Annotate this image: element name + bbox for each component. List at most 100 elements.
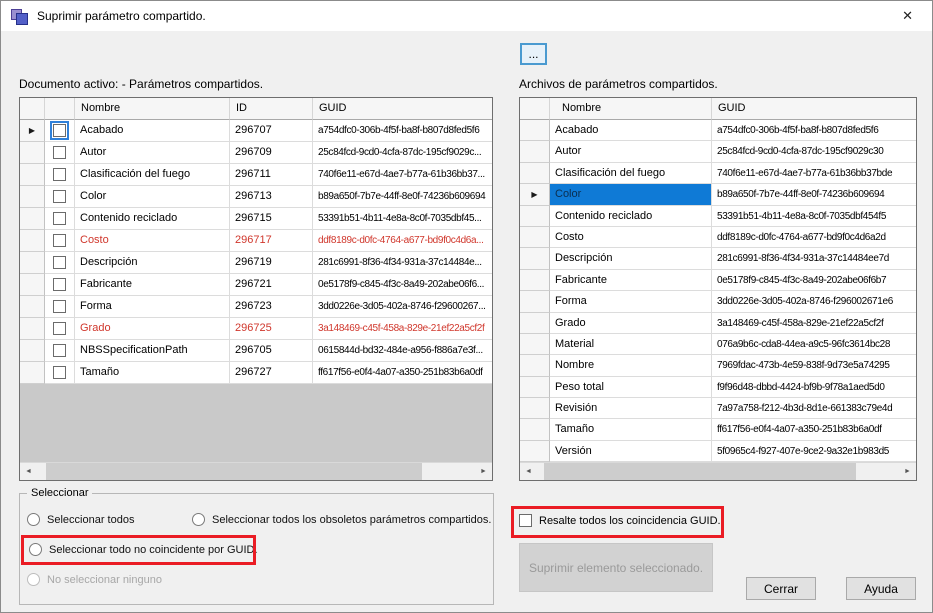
cell-nombre[interactable]: Fabricante — [550, 269, 712, 292]
row-selector[interactable] — [520, 398, 550, 420]
table-row[interactable]: Tamaño 296727 ff617f56-e0f4-4a07-a350-251b… — [20, 362, 492, 384]
checkbox-icon[interactable] — [53, 168, 66, 181]
scrollbar-thumb[interactable] — [544, 463, 856, 480]
row-selector[interactable] — [20, 208, 45, 230]
row-checkbox-cell[interactable] — [45, 296, 75, 318]
cell-guid[interactable]: 7a97a758-f212-4b3d-8d1e-661383c79e4d — [712, 398, 916, 420]
table-row[interactable]: Grado 296725 3a148469-c45f-458a-829e-21ef2… — [20, 318, 492, 340]
row-selector[interactable]: ▶ — [520, 184, 550, 206]
close-button[interactable]: Cerrar — [746, 577, 816, 600]
radio-seleccionar-obsoletos[interactable]: Seleccionar todos los obsoletos parámetr… — [192, 513, 491, 526]
cell-guid[interactable]: 3dd0226e-3d05-402a-8746-f29600267... — [313, 296, 492, 318]
cell-guid[interactable]: 281c6991-8f36-4f34-931a-37c14484e... — [313, 252, 492, 274]
row-selector[interactable] — [20, 296, 45, 318]
checkbox-icon[interactable] — [53, 234, 66, 247]
cell-nombre[interactable]: Clasificación del fuego — [75, 164, 230, 186]
cell-nombre[interactable]: Fabricante — [75, 274, 230, 296]
row-selector[interactable] — [520, 440, 550, 462]
row-selector[interactable] — [20, 274, 45, 296]
row-checkbox-cell[interactable] — [45, 274, 75, 296]
row-selector[interactable] — [20, 230, 45, 252]
horizontal-scrollbar[interactable]: ◄ ► — [520, 462, 916, 480]
scroll-right-icon[interactable]: ► — [475, 463, 492, 480]
cell-id[interactable]: 296723 — [230, 296, 313, 318]
row-checkbox-cell[interactable] — [45, 164, 75, 186]
cell-id[interactable]: 296717 — [230, 230, 313, 252]
cell-guid[interactable]: f9f96d48-dbbd-4424-bf9b-9f78a1aed5d0 — [712, 377, 916, 399]
column-header-nombre[interactable]: Nombre — [75, 98, 230, 120]
row-selector[interactable] — [520, 141, 550, 163]
table-row[interactable]: Autor 25c84fcd-9cd0-4cfa-87dc-195cf9029c3… — [520, 141, 916, 163]
cell-guid[interactable]: b89a650f-7b7e-44ff-8e0f-74236b609694 — [712, 184, 916, 206]
browse-button[interactable]: ... — [520, 43, 547, 65]
cell-guid[interactable]: 3a148469-c45f-458a-829e-21ef22a5cf2f — [313, 318, 492, 340]
cell-id[interactable]: 296719 — [230, 252, 313, 274]
cell-guid[interactable]: 0615844d-bd32-484e-a956-f886a7e3f... — [313, 340, 492, 362]
cell-nombre[interactable]: Autor — [550, 141, 712, 163]
table-row[interactable]: Material 076a9b6c-cda8-44ea-a9c5-96fc3614… — [520, 333, 916, 356]
row-selector[interactable] — [520, 226, 550, 249]
radio-no-coincidente-guid[interactable]: Seleccionar todo no coincidente por GUID… — [29, 543, 258, 556]
column-header-id[interactable]: ID — [230, 98, 313, 120]
checkbox-icon[interactable] — [53, 190, 66, 203]
table-row[interactable]: Descripción 296719 281c6991-8f36-4f34-931a… — [20, 252, 492, 274]
cell-guid[interactable]: 0e5178f9-c845-4f3c-8a49-202abe06f6b7 — [712, 270, 916, 292]
row-checkbox-cell[interactable] — [45, 318, 75, 340]
cell-nombre[interactable]: Descripción — [550, 248, 712, 270]
cell-id[interactable]: 296715 — [230, 208, 313, 230]
cell-nombre[interactable]: Acabado — [75, 120, 230, 142]
row-checkbox-cell[interactable] — [45, 362, 75, 384]
checkbox-icon[interactable] — [53, 278, 66, 291]
cell-nombre[interactable]: Material — [550, 333, 712, 356]
cell-nombre[interactable]: Color — [550, 184, 712, 206]
row-checkbox-cell[interactable] — [45, 340, 75, 362]
cell-nombre[interactable]: Contenido reciclado — [550, 205, 712, 227]
cell-nombre[interactable]: Autor — [75, 142, 230, 164]
cell-guid[interactable]: 25c84fcd-9cd0-4cfa-87dc-195cf9029c... — [313, 142, 492, 164]
cell-guid[interactable]: a754dfc0-306b-4f5f-ba8f-b807d8fed5f6 — [313, 120, 492, 142]
cell-id[interactable]: 296727 — [230, 362, 313, 384]
highlight-guid-checkbox[interactable]: Resalte todos los coincidencia GUID. — [519, 514, 721, 527]
cell-guid[interactable]: 25c84fcd-9cd0-4cfa-87dc-195cf9029c30 — [712, 141, 916, 163]
row-checkbox-cell[interactable] — [45, 208, 75, 230]
row-selector[interactable] — [20, 340, 45, 362]
cell-nombre[interactable]: NBSSpecificationPath — [75, 340, 230, 362]
help-button[interactable]: Ayuda — [846, 577, 916, 600]
table-row[interactable]: Versión 5f0965c4-f927-407e-9ce2-9a32e1b98… — [520, 440, 916, 462]
table-row[interactable]: NBSSpecificationPath 296705 0615844d-bd32-… — [20, 340, 492, 362]
row-selector[interactable] — [520, 205, 550, 227]
cell-guid[interactable]: 7969fdac-473b-4e59-838f-9d73e5a74295 — [712, 355, 916, 377]
table-row[interactable]: Forma 296723 3dd0226e-3d05-402a-8746-f2960… — [20, 296, 492, 318]
table-row[interactable]: Contenido reciclado 296715 53391b51-4b11-4… — [20, 208, 492, 230]
column-header-guid[interactable]: GUID — [712, 98, 916, 120]
close-icon[interactable]: ✕ — [893, 6, 922, 26]
header-corner[interactable] — [20, 98, 45, 120]
cell-nombre[interactable]: Acabado — [550, 120, 712, 142]
table-row[interactable]: Autor 296709 25c84fcd-9cd0-4cfa-87dc-195cf… — [20, 142, 492, 164]
row-selector[interactable] — [520, 419, 550, 441]
cell-id[interactable]: 296707 — [230, 120, 313, 142]
table-row[interactable]: Grado 3a148469-c45f-458a-829e-21ef22a5cf2… — [520, 312, 916, 334]
row-checkbox-cell[interactable] — [45, 142, 75, 164]
table-row[interactable]: Fabricante 296721 0e5178f9-c845-4f3c-8a49-… — [20, 274, 492, 296]
cell-guid[interactable]: 3dd0226e-3d05-402a-8746-f296002671e6 — [712, 291, 916, 313]
cell-nombre[interactable]: Tamaño — [550, 419, 712, 441]
header-checkbox-column[interactable] — [45, 98, 75, 120]
table-row[interactable]: Clasificación del fuego 740f6e11-e67d-4ae… — [520, 162, 916, 185]
cell-guid[interactable]: ddf8189c-d0fc-4764-a677-bd9f0c4d6a... — [313, 230, 492, 252]
scroll-left-icon[interactable]: ◄ — [20, 463, 37, 480]
cell-nombre[interactable]: Clasificación del fuego — [550, 162, 712, 185]
row-selector[interactable] — [520, 162, 550, 185]
table-row[interactable]: Tamaño ff617f56-e0f4-4a07-a350-251b83b6a0… — [520, 419, 916, 441]
table-row[interactable]: Descripción 281c6991-8f36-4f34-931a-37c14… — [520, 248, 916, 270]
cell-nombre[interactable]: Peso total — [550, 376, 712, 399]
cell-guid[interactable]: ddf8189c-d0fc-4764-a677-bd9f0c4d6a2d — [712, 227, 916, 249]
row-selector[interactable] — [20, 142, 45, 164]
table-row[interactable]: Contenido reciclado 53391b51-4b11-4e8a-8c… — [520, 205, 916, 227]
cell-guid[interactable]: ff617f56-e0f4-4a07-a350-251b83b6a0df — [712, 419, 916, 441]
delete-selected-button[interactable]: Suprimir elemento seleccionado. — [519, 543, 713, 592]
cell-id[interactable]: 296709 — [230, 142, 313, 164]
checkbox-icon[interactable] — [53, 322, 66, 335]
cell-guid[interactable]: 740f6e11-e67d-4ae7-b77a-61b36bb37bde — [712, 163, 916, 185]
cell-guid[interactable]: 3a148469-c45f-458a-829e-21ef22a5cf2f — [712, 313, 916, 334]
